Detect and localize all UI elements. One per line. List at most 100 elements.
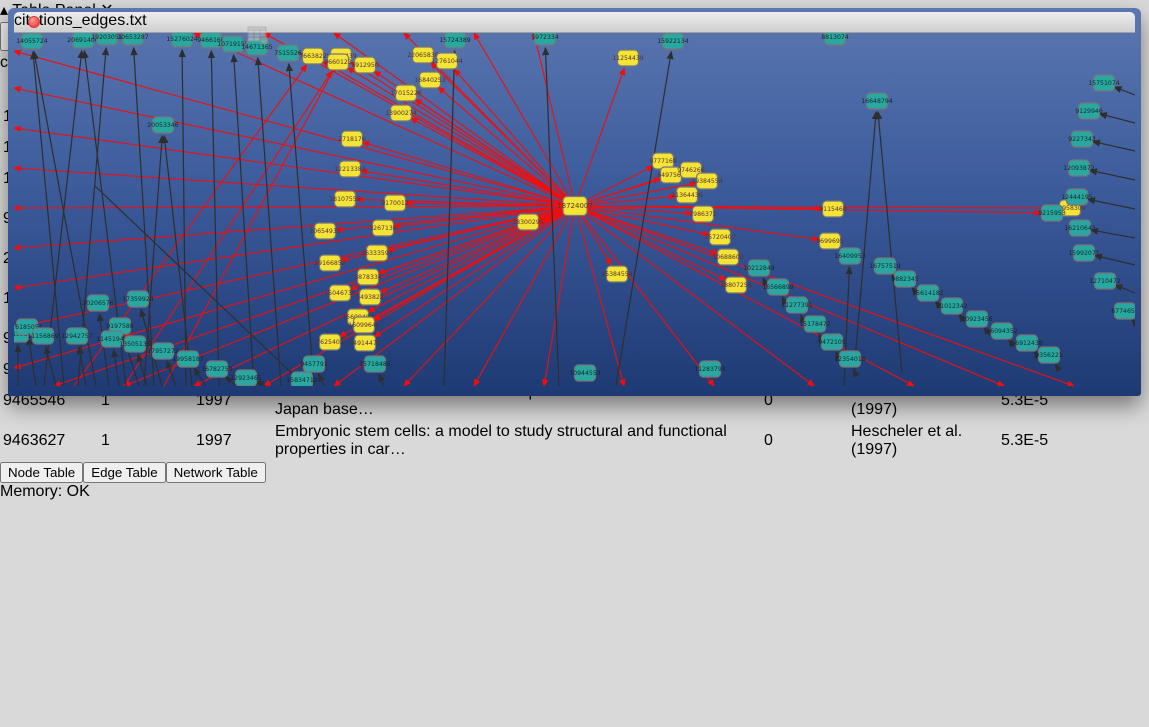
tab-edge-table[interactable]: Edge Table (83, 462, 165, 483)
graph-node[interactable]: 8813074 (821, 33, 849, 45)
graph-edge[interactable] (368, 206, 575, 312)
table-cell[interactable]: Hescheler et al. (1997) (850, 422, 998, 460)
graph-edge[interactable] (1055, 364, 1060, 371)
network-canvas[interactable]: 1872400712254439766382296601235912950220… (14, 33, 1135, 386)
graph-node[interactable]: 9129946 (1075, 103, 1103, 119)
graph-node[interactable]: 10944553 (569, 365, 601, 381)
graph-node[interactable]: 16648794 (861, 93, 893, 109)
graph-node[interactable]: 18107559 (329, 191, 361, 207)
graph-edge[interactable] (1090, 170, 1135, 180)
graph-node[interactable]: 7986372 (689, 206, 717, 222)
graph-edge[interactable] (167, 361, 176, 386)
graph-node[interactable]: 9472105 (818, 334, 846, 350)
graph-node[interactable]: 16333593 (361, 245, 393, 261)
graph-node[interactable]: 9227343 (1068, 131, 1096, 147)
graph-edge[interactable] (182, 50, 186, 386)
graph-edge[interactable] (854, 112, 876, 373)
graph-node[interactable]: 11012342 (936, 298, 968, 314)
graph-node[interactable]: 7625402 (316, 334, 344, 350)
graph-node[interactable]: 15178472 (799, 316, 831, 332)
table-cell[interactable]: 1997 (195, 422, 272, 460)
graph-node[interactable]: 2718176 (338, 131, 366, 147)
graph-edge[interactable] (575, 206, 814, 386)
graph-node[interactable]: 16210643 (1064, 220, 1096, 236)
graph-node[interactable]: 14055724 (16, 33, 48, 49)
graph-edge[interactable] (380, 206, 575, 293)
graph-edge[interactable] (1132, 319, 1135, 323)
graph-node[interactable]: 5972334 (531, 33, 559, 45)
graph-edge[interactable] (575, 206, 624, 386)
graph-node[interactable]: 5912950 (351, 57, 379, 73)
graph-edge[interactable] (347, 68, 575, 206)
graph-edge[interactable] (114, 350, 119, 386)
minimize-window-button[interactable] (47, 16, 59, 28)
graph-edge[interactable] (1114, 87, 1135, 95)
graph-node[interactable]: 20206576 (82, 295, 114, 311)
graph-edge[interactable] (14, 206, 575, 248)
graph-edge[interactable] (211, 51, 219, 386)
graph-node[interactable]: 11283793 (694, 361, 726, 377)
graph-node[interactable]: 14914479 (349, 335, 381, 351)
graph-node[interactable]: 6774652 (1111, 303, 1135, 319)
graph-node[interactable]: 15922134 (657, 33, 689, 49)
graph-edge[interactable] (1115, 285, 1135, 293)
graph-node[interactable]: 10688609 (712, 249, 744, 265)
graph-edge[interactable] (14, 168, 575, 206)
graph-node[interactable]: 17015226 (390, 85, 422, 101)
graph-edge[interactable] (878, 112, 902, 373)
graph-edge[interactable] (350, 62, 575, 206)
graph-edge[interactable] (438, 87, 575, 206)
graph-node[interactable]: 15751074 (1088, 75, 1120, 91)
tab-network-table[interactable]: Network Table (166, 462, 266, 483)
graph-edge[interactable] (1095, 256, 1135, 265)
table-cell[interactable]: Embryonic stem cells: a model to study s… (274, 422, 761, 460)
graph-node[interactable]: 16409953 (834, 248, 866, 264)
graph-edge[interactable] (1091, 230, 1135, 238)
graph-node[interactable]: 12710472 (1089, 273, 1121, 289)
graph-node[interactable]: 15384554 (601, 266, 633, 282)
graph-edge[interactable] (1100, 114, 1135, 123)
graph-node[interactable]: 16782759 (201, 361, 233, 377)
graph-node[interactable]: 9170012 (381, 195, 409, 211)
graph-node[interactable]: 10212849 (743, 260, 775, 276)
graph-node[interactable]: 9215953 (1038, 205, 1066, 221)
graph-node[interactable]: 11277391 (781, 297, 813, 313)
table-cell[interactable]: 1 (100, 422, 193, 460)
graph-node[interactable]: 9882345 (891, 271, 919, 287)
graph-node[interactable]: 9115460 (819, 201, 847, 217)
splitter-grip[interactable]: ▴ (0, 2, 8, 19)
graph-edge[interactable] (14, 206, 575, 208)
graph-node[interactable]: 7663822 (299, 48, 327, 64)
graph-edge[interactable] (256, 382, 266, 386)
table-cell[interactable]: 5.3E-5 (1000, 422, 1118, 460)
graph-edge[interactable] (1093, 141, 1135, 151)
graph-node[interactable]: 16094352 (986, 323, 1018, 339)
graph-node[interactable]: 20053346 (147, 117, 179, 133)
graph-edge[interactable] (134, 48, 154, 386)
close-window-button[interactable] (28, 16, 40, 28)
graph-node[interactable]: 9660123 (324, 54, 352, 70)
graph-edge[interactable] (46, 347, 56, 386)
zoom-window-button[interactable] (66, 16, 78, 28)
graph-edge[interactable] (258, 58, 281, 386)
graph-edge[interactable] (14, 206, 575, 288)
graph-node[interactable]: 16840253 (414, 72, 446, 88)
graph-edge[interactable] (534, 33, 575, 206)
graph-node[interactable]: 12923465 (230, 370, 262, 386)
graph-node[interactable]: 9356221 (1035, 347, 1063, 363)
graph-node[interactable]: 9457791 (300, 356, 328, 372)
graph-node[interactable]: 15276024 (166, 33, 198, 47)
tab-node-table[interactable]: Node Table (0, 462, 83, 483)
graph-edge[interactable] (575, 206, 714, 386)
graph-node[interactable]: 15724389 (439, 33, 471, 48)
graph-edge[interactable] (379, 374, 384, 386)
graph-node[interactable]: 15614182 (912, 285, 944, 301)
graph-node[interactable]: 16912438 (1011, 335, 1043, 351)
graph-node[interactable]: 9699695 (816, 233, 844, 249)
graph-node[interactable]: 11254439 (612, 50, 644, 66)
graph-node[interactable]: 10923456 (961, 311, 993, 327)
table-row[interactable]: 946362711997Embryonic stem cells: a mode… (2, 422, 1118, 460)
graph-node[interactable]: 15720407 (704, 229, 736, 245)
graph-edge[interactable] (575, 68, 624, 206)
graph-node[interactable]: 3267130 (369, 220, 397, 236)
